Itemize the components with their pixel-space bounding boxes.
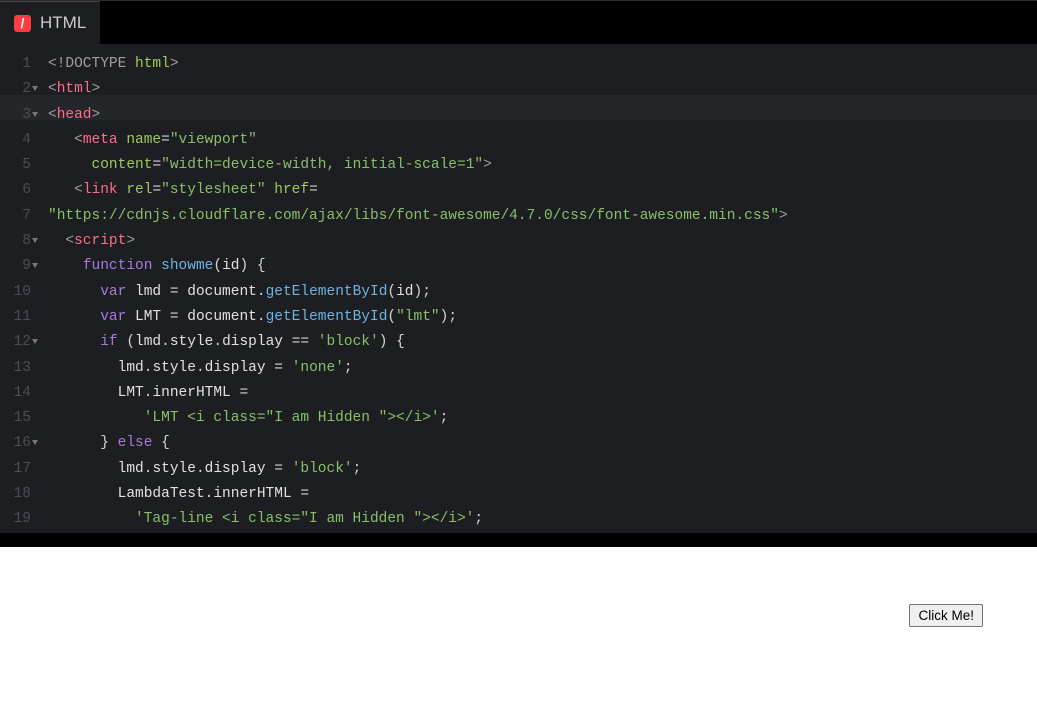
line-number: 16 — [0, 431, 31, 456]
code-line[interactable]: <head> — [40, 103, 1037, 128]
code-line[interactable]: } else { — [40, 431, 1037, 456]
code-line[interactable]: <script> — [40, 229, 1037, 254]
code-line[interactable]: var lmd = document.getElementById(id); — [40, 280, 1037, 305]
line-number: 19 — [0, 507, 31, 532]
fold-marker-icon[interactable] — [32, 86, 38, 91]
editor-pane: / HTML 1234567891011121314151617181920 <… — [0, 0, 1037, 547]
line-number-gutter: 1234567891011121314151617181920 — [0, 52, 40, 533]
code-line[interactable]: function showme(id) { — [40, 254, 1037, 279]
line-number: 8 — [0, 229, 31, 254]
line-number: 1 — [0, 52, 31, 77]
line-number: 14 — [0, 381, 31, 406]
fold-marker-icon[interactable] — [32, 263, 38, 268]
line-number: 3 — [0, 103, 31, 128]
click-me-button[interactable]: Click Me! — [909, 604, 983, 627]
fold-marker-icon[interactable] — [32, 339, 38, 344]
tab-bar: / HTML — [0, 0, 1037, 44]
html-slash-icon: / — [14, 15, 31, 32]
line-number: 13 — [0, 356, 31, 381]
code-line[interactable]: content="width=device-width, initial-sca… — [40, 153, 1037, 178]
line-number: 6 — [0, 178, 31, 203]
line-number: 7 — [0, 204, 31, 229]
code-line[interactable]: var LMT = document.getElementById("lmt")… — [40, 305, 1037, 330]
fold-marker-icon[interactable] — [32, 238, 38, 243]
line-number: 9 — [0, 254, 31, 279]
editor-bottom-border — [0, 533, 1037, 547]
line-number: 12 — [0, 330, 31, 355]
code-line[interactable]: <!DOCTYPE html> — [40, 52, 1037, 77]
code-line[interactable]: LMT.innerHTML = — [40, 381, 1037, 406]
line-number: 18 — [0, 482, 31, 507]
fold-marker-icon[interactable] — [32, 112, 38, 117]
code-line[interactable]: lmd.style.display = 'none'; — [40, 356, 1037, 381]
code-line[interactable]: if (lmd.style.display == 'block') { — [40, 330, 1037, 355]
fold-marker-icon[interactable] — [32, 440, 38, 445]
line-number: 4 — [0, 128, 31, 153]
code-line[interactable]: <link rel="stylesheet" href= — [40, 178, 1037, 203]
line-number: 5 — [0, 153, 31, 178]
line-number: 15 — [0, 406, 31, 431]
line-number: 10 — [0, 280, 31, 305]
code-editor[interactable]: 1234567891011121314151617181920 <!DOCTYP… — [0, 44, 1037, 533]
code-line[interactable]: LambdaTest.innerHTML = — [40, 482, 1037, 507]
tab-label: HTML — [40, 13, 86, 33]
code-content[interactable]: <!DOCTYPE html><html><head> <meta name="… — [40, 52, 1037, 533]
code-line[interactable]: 'LMT <i class="I am Hidden "></i>'; — [40, 406, 1037, 431]
preview-pane: Click Me! — [0, 547, 1037, 709]
code-line[interactable]: <meta name="viewport" — [40, 128, 1037, 153]
code-line[interactable]: 'Tag-line <i class="I am Hidden "></i>'; — [40, 507, 1037, 532]
line-number: 11 — [0, 305, 31, 330]
code-line[interactable]: <html> — [40, 77, 1037, 102]
line-number: 17 — [0, 457, 31, 482]
line-number: 2 — [0, 77, 31, 102]
tab-html[interactable]: / HTML — [0, 1, 100, 44]
code-line[interactable]: lmd.style.display = 'block'; — [40, 457, 1037, 482]
code-line[interactable]: "https://cdnjs.cloudflare.com/ajax/libs/… — [40, 204, 1037, 229]
